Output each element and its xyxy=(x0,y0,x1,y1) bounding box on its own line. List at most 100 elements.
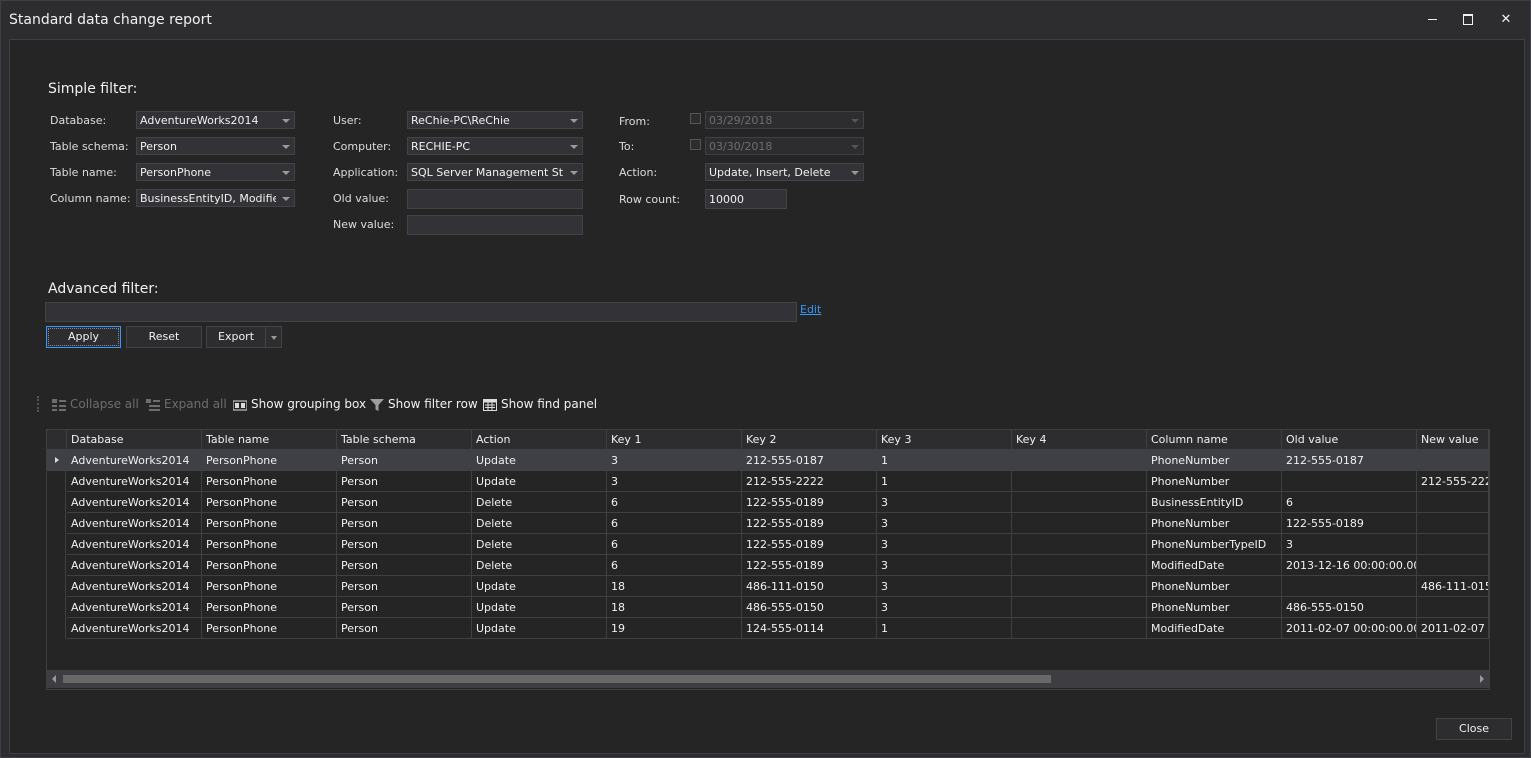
table-cell[interactable]: Delete xyxy=(472,513,607,534)
table-cell[interactable] xyxy=(1417,597,1489,618)
table-cell[interactable]: Person xyxy=(337,618,472,639)
table-cell[interactable] xyxy=(1012,450,1147,471)
horizontal-scrollbar[interactable] xyxy=(47,670,1489,688)
table-cell[interactable] xyxy=(1417,513,1489,534)
table-cell[interactable]: PersonPhone xyxy=(202,471,337,492)
table-cell[interactable]: Delete xyxy=(472,534,607,555)
table-cell[interactable]: 486-555-0150 xyxy=(742,597,877,618)
to-checkbox[interactable] xyxy=(690,139,701,150)
row-indicator[interactable] xyxy=(47,618,66,639)
table-cell[interactable]: 212-555-2222 xyxy=(742,471,877,492)
table-cell[interactable]: 3 xyxy=(877,534,1012,555)
table-cell[interactable]: Delete xyxy=(472,555,607,576)
reset-button[interactable]: Reset xyxy=(126,326,202,348)
table-cell[interactable]: Person xyxy=(337,450,472,471)
table-cell[interactable]: 6 xyxy=(607,513,742,534)
table-cell[interactable]: 122-555-0189 xyxy=(742,555,877,576)
table-cell[interactable]: 124-555-0114 xyxy=(742,618,877,639)
changes-grid[interactable]: Database Table name Table schema Action … xyxy=(46,429,1490,690)
table-cell[interactable] xyxy=(1012,576,1147,597)
table-name-combo[interactable]: PersonPhone xyxy=(136,163,295,181)
table-row[interactable]: AdventureWorks2014 PersonPhone Person Delet… xyxy=(47,513,1489,534)
table-cell[interactable]: Person xyxy=(337,471,472,492)
table-cell[interactable]: 3 xyxy=(877,492,1012,513)
row-indicator[interactable] xyxy=(47,555,66,576)
chevron-down-icon[interactable] xyxy=(271,336,277,340)
database-combo[interactable]: AdventureWorks2014 xyxy=(136,111,295,129)
column-header-database[interactable]: Database xyxy=(67,430,202,450)
table-cell[interactable]: PhoneNumber xyxy=(1147,597,1282,618)
table-cell[interactable] xyxy=(1012,597,1147,618)
table-cell[interactable]: 212-555-0187 xyxy=(1282,450,1417,471)
column-name-combo[interactable]: BusinessEntityID, Modifie... xyxy=(136,189,295,207)
table-cell[interactable]: AdventureWorks2014 xyxy=(67,555,202,576)
column-header-action[interactable]: Action xyxy=(472,430,607,450)
toolbar-grip[interactable] xyxy=(37,396,41,412)
table-cell[interactable]: 122-555-0189 xyxy=(742,534,877,555)
table-cell[interactable]: 212-555-2222 xyxy=(1417,471,1489,492)
table-cell[interactable]: 2011-02-07 00:00:00.000 xyxy=(1282,618,1417,639)
action-combo[interactable]: Update, Insert, Delete xyxy=(705,163,864,181)
table-cell[interactable]: Delete xyxy=(472,492,607,513)
table-cell[interactable]: 6 xyxy=(607,492,742,513)
table-cell[interactable] xyxy=(1012,618,1147,639)
scrollbar-thumb[interactable] xyxy=(63,675,1051,683)
table-cell[interactable]: AdventureWorks2014 xyxy=(67,450,202,471)
table-cell[interactable]: PersonPhone xyxy=(202,513,337,534)
table-schema-combo[interactable]: Person xyxy=(136,137,295,155)
table-cell[interactable]: PhoneNumber xyxy=(1147,471,1282,492)
table-row[interactable]: AdventureWorks2014 PersonPhone Person Updat… xyxy=(47,618,1489,639)
table-cell[interactable] xyxy=(1012,471,1147,492)
minimize-button[interactable] xyxy=(1417,9,1447,31)
row-indicator[interactable] xyxy=(47,513,66,534)
table-cell[interactable] xyxy=(1282,471,1417,492)
column-header-key-4[interactable]: Key 4 xyxy=(1012,430,1147,450)
row-indicator[interactable] xyxy=(47,597,66,618)
table-cell[interactable]: 1 xyxy=(877,450,1012,471)
table-cell[interactable]: AdventureWorks2014 xyxy=(67,513,202,534)
table-cell[interactable]: AdventureWorks2014 xyxy=(67,597,202,618)
table-cell[interactable]: Update xyxy=(472,471,607,492)
table-cell[interactable]: 486-111-0150 xyxy=(742,576,877,597)
to-date-picker[interactable]: 03/30/2018 xyxy=(705,137,864,155)
table-cell[interactable]: 1 xyxy=(877,618,1012,639)
table-row[interactable]: AdventureWorks2014 PersonPhone Person Updat… xyxy=(47,471,1489,492)
row-indicator[interactable] xyxy=(47,450,66,471)
close-button[interactable]: Close xyxy=(1436,718,1512,740)
column-header-key-1[interactable]: Key 1 xyxy=(607,430,742,450)
row-indicator[interactable] xyxy=(47,534,66,555)
table-cell[interactable]: Update xyxy=(472,618,607,639)
table-cell[interactable]: PersonPhone xyxy=(202,597,337,618)
edit-link[interactable]: Edit xyxy=(800,303,821,316)
table-row[interactable]: AdventureWorks2014 PersonPhone Person Delet… xyxy=(47,534,1489,555)
table-cell[interactable]: PersonPhone xyxy=(202,534,337,555)
table-cell[interactable]: ModifiedDate xyxy=(1147,618,1282,639)
table-cell[interactable] xyxy=(1417,450,1489,471)
table-cell[interactable]: 2011-02-07 00:00:00.000 xyxy=(1417,618,1489,639)
table-cell[interactable]: ModifiedDate xyxy=(1147,555,1282,576)
table-cell[interactable]: 19 xyxy=(607,618,742,639)
table-cell[interactable]: Person xyxy=(337,576,472,597)
table-cell[interactable]: Person xyxy=(337,492,472,513)
table-cell[interactable]: 3 xyxy=(877,555,1012,576)
column-header-column-name[interactable]: Column name xyxy=(1147,430,1282,450)
computer-combo[interactable]: RECHIE-PC xyxy=(407,137,583,155)
column-header-new-value[interactable]: New value xyxy=(1417,430,1489,450)
row-indicator[interactable] xyxy=(47,576,66,597)
table-cell[interactable]: PhoneNumber xyxy=(1147,513,1282,534)
close-window-button[interactable]: ✕ xyxy=(1491,9,1521,31)
table-cell[interactable] xyxy=(1417,555,1489,576)
table-cell[interactable]: 3 xyxy=(1282,534,1417,555)
table-cell[interactable]: AdventureWorks2014 xyxy=(67,534,202,555)
maximize-button[interactable] xyxy=(1453,9,1483,31)
table-cell[interactable]: AdventureWorks2014 xyxy=(67,618,202,639)
table-cell[interactable]: AdventureWorks2014 xyxy=(67,576,202,597)
table-cell[interactable]: PhoneNumberTypeID xyxy=(1147,534,1282,555)
user-combo[interactable]: ReChie-PC\ReChie xyxy=(407,111,583,129)
table-cell[interactable]: 3 xyxy=(877,597,1012,618)
table-cell[interactable]: AdventureWorks2014 xyxy=(67,471,202,492)
table-row[interactable]: AdventureWorks2014 PersonPhone Person Delet… xyxy=(47,492,1489,513)
table-cell[interactable]: 486-111-0150 xyxy=(1417,576,1489,597)
column-header-key-2[interactable]: Key 2 xyxy=(742,430,877,450)
table-cell[interactable]: 2013-12-16 00:00:00.000 xyxy=(1282,555,1417,576)
